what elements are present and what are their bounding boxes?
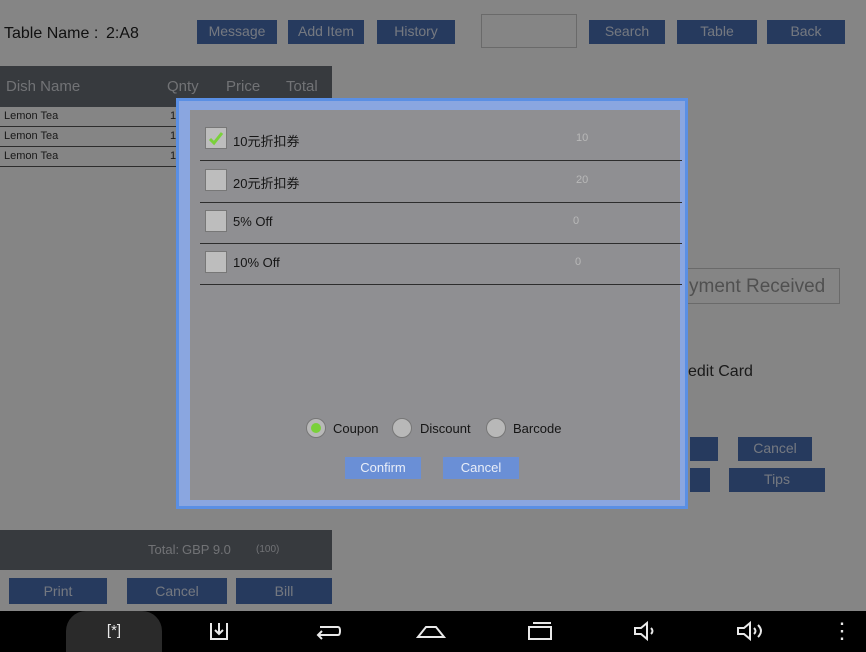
system-nav-bar: [*] ⋮ (0, 611, 866, 652)
checkbox[interactable] (205, 251, 227, 273)
option-label: 10% Off (233, 255, 280, 270)
menu-icon[interactable]: ⋮ (822, 619, 862, 643)
discount-radio[interactable] (392, 418, 412, 438)
barcode-radio[interactable] (486, 418, 506, 438)
coupon-radio[interactable] (306, 418, 326, 438)
recent-apps-icon[interactable] (520, 619, 560, 649)
option-label: 5% Off (233, 214, 273, 229)
home-icon[interactable] (411, 619, 451, 649)
volume-up-icon[interactable] (731, 619, 771, 649)
option-value: 0 (573, 215, 580, 227)
check-icon (208, 132, 224, 146)
back-icon[interactable] (307, 619, 347, 649)
checkbox[interactable] (205, 127, 227, 149)
screenshot-icon[interactable]: [*] (94, 619, 134, 643)
option-value: 0 (575, 256, 582, 268)
checkbox[interactable] (205, 210, 227, 232)
option-label: 20元折扣券 (233, 176, 300, 191)
discount-radio-label: Discount (420, 421, 471, 436)
volume-down-icon[interactable] (626, 619, 666, 649)
checkbox[interactable] (205, 169, 227, 191)
option-value: 10 (576, 132, 589, 144)
download-icon[interactable] (199, 619, 239, 649)
barcode-radio-label: Barcode (513, 421, 562, 436)
discount-option-20-coupon[interactable]: 20元折扣券 20 (200, 161, 682, 203)
coupon-radio-label: Coupon (333, 421, 379, 436)
discount-option-10-coupon[interactable]: 10元折扣券 10 (200, 119, 682, 161)
option-value: 20 (576, 174, 589, 186)
modal-cancel-button[interactable]: Cancel (443, 457, 519, 479)
discount-option-5-off[interactable]: 5% Off 0 (200, 202, 682, 244)
discount-option-10-off[interactable]: 10% Off 0 (200, 243, 682, 285)
option-label: 10元折扣券 (233, 134, 300, 149)
confirm-button[interactable]: Confirm (345, 457, 421, 479)
